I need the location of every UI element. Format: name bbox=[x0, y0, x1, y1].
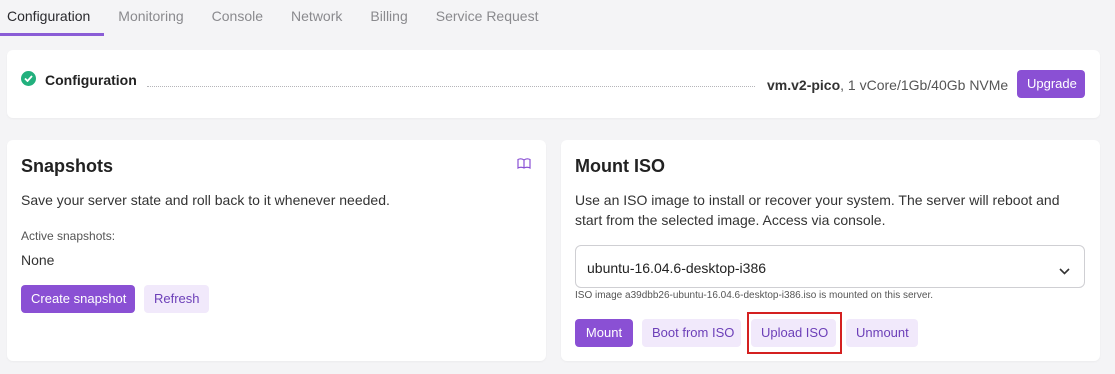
upgrade-button[interactable]: Upgrade bbox=[1017, 70, 1085, 98]
refresh-button[interactable]: Refresh bbox=[144, 285, 209, 313]
tab-console[interactable]: Console bbox=[198, 0, 277, 36]
create-snapshot-button[interactable]: Create snapshot bbox=[21, 285, 135, 313]
check-circle-icon bbox=[21, 71, 36, 86]
chevron-down-icon bbox=[1059, 262, 1070, 280]
boot-from-iso-button[interactable]: Boot from ISO bbox=[642, 319, 741, 347]
plan-specs: , 1 vCore/1Gb/40Gb NVMe bbox=[840, 77, 1009, 93]
highlight-box bbox=[747, 312, 842, 354]
book-icon[interactable] bbox=[517, 156, 531, 174]
plan-name: vm.v2-pico bbox=[767, 77, 841, 93]
tab-service-request[interactable]: Service Request bbox=[422, 0, 553, 36]
unmount-button[interactable]: Unmount bbox=[846, 319, 918, 347]
mount-iso-description-line1: Use an ISO image to install or recover y… bbox=[575, 192, 1060, 208]
active-snapshots-value: None bbox=[21, 252, 55, 268]
tab-bar: Configuration Monitoring Console Network… bbox=[0, 0, 552, 38]
iso-mounted-note: ISO image a39dbb26-ubuntu-16.04.6-deskto… bbox=[575, 290, 933, 301]
configuration-card: Configuration vm.v2-pico, 1 vCore/1Gb/40… bbox=[7, 50, 1100, 118]
tab-monitoring[interactable]: Monitoring bbox=[104, 0, 197, 36]
active-snapshots-label: Active snapshots: bbox=[21, 229, 116, 243]
tab-configuration[interactable]: Configuration bbox=[0, 0, 105, 36]
mount-iso-card: Mount ISO Use an ISO image to install or… bbox=[561, 140, 1100, 361]
dotted-divider bbox=[147, 86, 755, 87]
iso-select-value: ubuntu-16.04.6-desktop-i386 bbox=[587, 260, 767, 276]
configuration-title: Configuration bbox=[45, 72, 137, 88]
plan-summary: vm.v2-pico, 1 vCore/1Gb/40Gb NVMe bbox=[767, 77, 1008, 93]
mount-iso-title: Mount ISO bbox=[575, 156, 665, 176]
tab-network[interactable]: Network bbox=[277, 0, 356, 36]
mount-button[interactable]: Mount bbox=[575, 319, 633, 347]
snapshots-title: Snapshots bbox=[21, 156, 114, 176]
snapshots-description: Save your server state and roll back to … bbox=[21, 192, 390, 208]
snapshots-card: Snapshots Save your server state and rol… bbox=[7, 140, 546, 361]
iso-select[interactable]: ubuntu-16.04.6-desktop-i386 bbox=[575, 245, 1085, 288]
tab-billing[interactable]: Billing bbox=[356, 0, 421, 36]
mount-iso-description-line2: start from the selected image. Access vi… bbox=[575, 212, 886, 228]
